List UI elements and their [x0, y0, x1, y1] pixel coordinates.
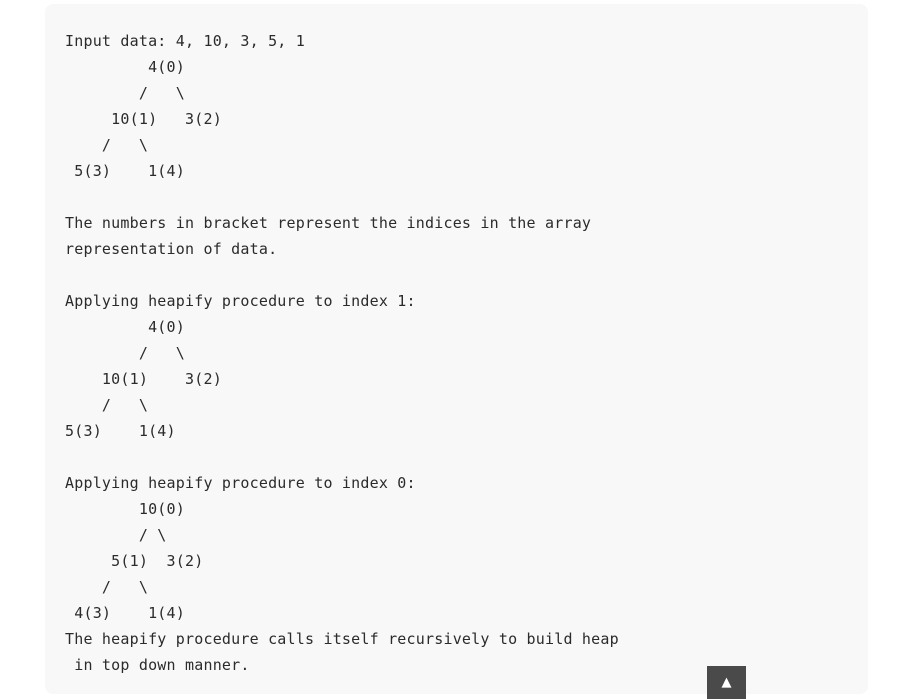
- code-line: in top down manner.: [65, 656, 250, 674]
- scroll-to-top-button[interactable]: ▲: [707, 666, 746, 699]
- code-line: Applying heapify procedure to index 0:: [65, 474, 416, 492]
- code-line: Applying heapify procedure to index 1:: [65, 292, 416, 310]
- code-line: / \: [65, 578, 149, 596]
- code-line: / \: [65, 84, 185, 102]
- code-line: / \: [65, 396, 149, 414]
- code-line: 4(3) 1(4): [65, 604, 185, 622]
- arrow-up-icon: ▲: [721, 675, 732, 690]
- code-line: 10(1) 3(2): [65, 110, 222, 128]
- code-text: Input data: 4, 10, 3, 5, 1 4(0) / \ 10(1…: [65, 28, 619, 678]
- code-line: 10(1) 3(2): [65, 370, 222, 388]
- code-line: / \: [65, 136, 149, 154]
- code-block: Input data: 4, 10, 3, 5, 1 4(0) / \ 10(1…: [45, 4, 868, 694]
- code-line: 4(0): [65, 318, 185, 336]
- code-line: 4(0): [65, 58, 185, 76]
- code-line: representation of data.: [65, 240, 278, 258]
- code-line: The numbers in bracket represent the ind…: [65, 214, 601, 232]
- code-line: 5(1) 3(2): [65, 552, 204, 570]
- code-line: Input data: 4, 10, 3, 5, 1: [65, 32, 305, 50]
- code-line: 5(3) 1(4): [65, 422, 176, 440]
- code-line: 10(0): [65, 500, 185, 518]
- code-line: 5(3) 1(4): [65, 162, 185, 180]
- code-line: / \: [65, 526, 167, 544]
- code-line: The heapify procedure calls itself recur…: [65, 630, 619, 648]
- code-line: / \: [65, 344, 185, 362]
